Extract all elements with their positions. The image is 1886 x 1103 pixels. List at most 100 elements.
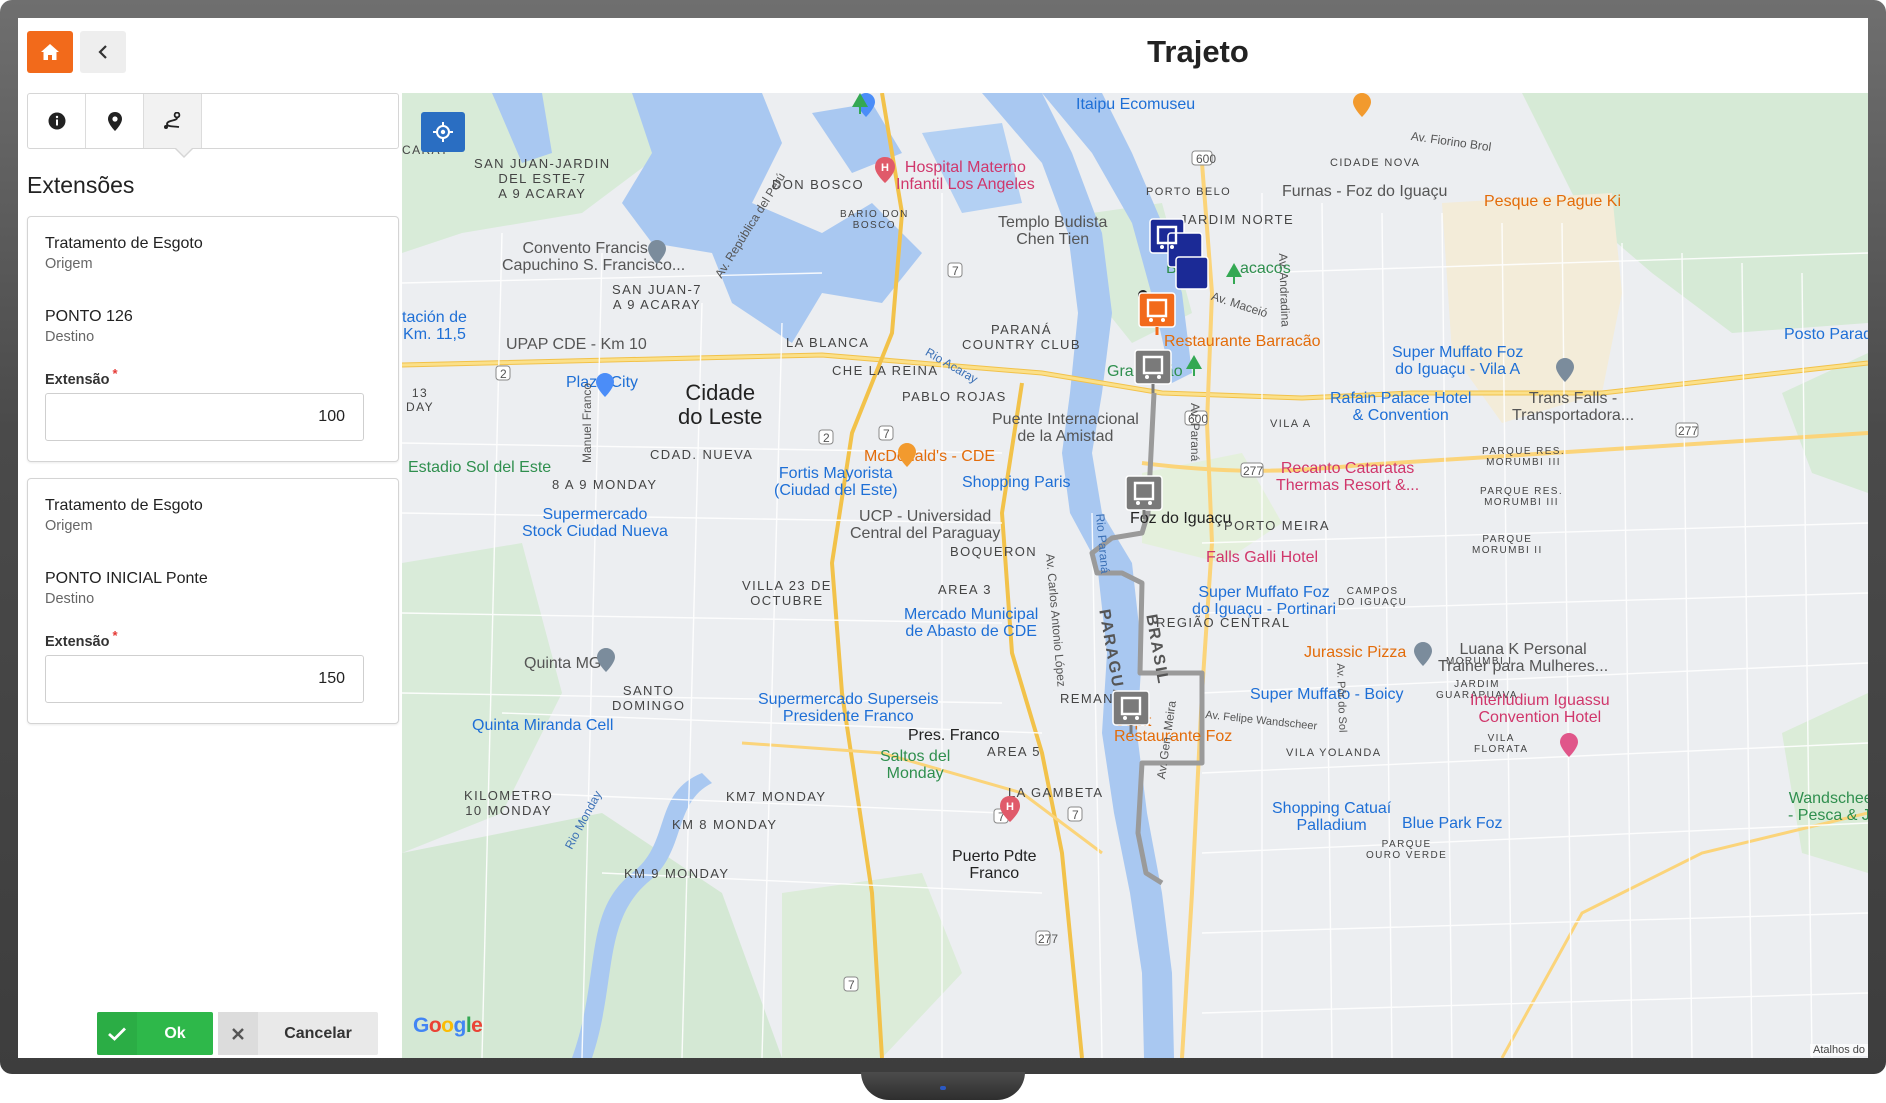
poi-label[interactable]: Itaipu Ecomuseu — [1076, 96, 1195, 113]
road-shield-label: 7 — [1072, 808, 1079, 822]
poi-label[interactable]: Interludium Iguassu Convention Hotel — [1470, 692, 1610, 726]
poi-label[interactable]: Puente Internacional de la Amistad — [992, 411, 1139, 445]
poi-label[interactable]: tación de Km. 11,5 — [402, 309, 467, 343]
home-icon — [41, 44, 59, 60]
poi-label-line: - Pesca & Ja — [1788, 807, 1868, 824]
poi-label[interactable]: Wandscheer- Pesca & Ja — [1788, 790, 1868, 824]
poi-label-line: Luana K Personal — [1459, 641, 1587, 658]
tab-location[interactable] — [86, 94, 144, 148]
back-button[interactable] — [80, 31, 126, 73]
poi-label[interactable]: Jurassic Pizza — [1304, 644, 1406, 661]
poi-label[interactable]: Luana K Personal Trainer para Mulheres... — [1438, 641, 1608, 675]
poi-label-line: Supermercado Superseis — [758, 691, 939, 708]
district-label: PORTO BELO — [1146, 186, 1232, 198]
poi-label[interactable]: Super Muffato Foz do Iguaçu - Portinari — [1192, 584, 1336, 618]
route-marker[interactable] — [1125, 475, 1165, 521]
poi-label[interactable]: Shopping Paris — [962, 474, 1071, 491]
district-label: KM 9 MONDAY — [624, 866, 730, 881]
route-marker-destination[interactable] — [1112, 690, 1152, 736]
district-label-line: 13 — [411, 386, 429, 400]
city-label: Pres. Franco — [908, 727, 1000, 744]
poi-label-line: Transportadora... — [1512, 407, 1635, 424]
poi-label[interactable]: Saltos del Monday — [880, 748, 950, 782]
destination-label: Destino — [45, 591, 95, 607]
google-logo-letter: e — [471, 1014, 483, 1037]
extension-label: Extensão * — [45, 366, 118, 388]
home-button[interactable] — [27, 31, 73, 73]
district-label: PABLO ROJAS — [902, 389, 1007, 404]
locate-button[interactable] — [421, 112, 465, 152]
road-shield-label: 600 — [1196, 152, 1217, 166]
district-label-line: DOMINGO — [612, 698, 686, 713]
route-marker[interactable] — [1134, 349, 1174, 395]
section-title: Extensões — [27, 172, 135, 198]
district-label-line: PARQUE RES. — [1482, 446, 1566, 457]
origin-label: Origem — [45, 256, 93, 272]
cancel-button[interactable]: Cancelar — [218, 1012, 378, 1055]
poi-label[interactable]: Hospital Materno Infantil Los Angeles — [896, 159, 1035, 193]
poi-label[interactable]: UPAP CDE - Km 10 — [506, 336, 647, 353]
extension-label-text: Extensão — [45, 633, 110, 650]
poi-label[interactable]: Supermercado Superseis Presidente Franco — [758, 691, 939, 725]
poi-label[interactable]: Supermercado Stock Ciudad Nueva — [522, 506, 668, 540]
poi-label[interactable]: Estadio Sol del Este — [408, 459, 551, 476]
extension-card: Tratamento de Esgoto Origem PONTO 126 De… — [27, 216, 399, 462]
city-label-line: Franco — [969, 865, 1020, 882]
poi-label[interactable]: Super Muffato - Boicy — [1250, 686, 1404, 703]
poi-label-line: Fortis Mayorista — [778, 465, 893, 482]
poi-label-line: Trans Falls - — [1528, 390, 1618, 407]
poi-label-line: Saltos del — [880, 748, 951, 765]
poi-label[interactable]: Rafain Palace Hotel & Convention — [1330, 390, 1471, 424]
district-label-line: 10 MONDAY — [465, 803, 552, 818]
poi-label[interactable]: Recanto Cataratas Thermas Resort &... — [1276, 460, 1419, 494]
poi-label[interactable]: Furnas - Foz do Iguaçu — [1282, 183, 1447, 200]
check-icon-box — [97, 1012, 137, 1055]
required-marker: * — [112, 366, 118, 381]
poi-label[interactable]: Quinta Miranda Cell — [472, 717, 613, 734]
district-label: VILA FLORATA — [1474, 733, 1528, 755]
extension-label-text: Extensão — [45, 371, 110, 388]
poi-label[interactable]: McDonald's - CDE — [864, 448, 995, 465]
cancel-label: Cancelar — [284, 1025, 352, 1042]
tab-route[interactable] — [144, 94, 202, 148]
poi-label[interactable]: Super Muffato Foz do Iguaçu - Vila A — [1392, 344, 1523, 378]
ok-button[interactable]: Ok — [97, 1012, 213, 1055]
chevron-left-icon — [98, 45, 107, 59]
district-label: SAN JUAN-7 A 9 ACARAY — [612, 282, 702, 312]
poi-label[interactable]: Trans Falls - Transportadora... — [1512, 390, 1634, 424]
district-label-line: BOSCO — [852, 220, 896, 231]
district-label: VILA YOLANDA — [1286, 747, 1382, 759]
check-icon — [108, 1027, 126, 1041]
city-label: Cidade do Leste — [678, 381, 762, 429]
poi-label-line: de la Amistad — [1017, 428, 1114, 445]
poi-label[interactable]: Mercado Municipal de Abasto de CDE — [904, 606, 1038, 640]
extension-input[interactable] — [45, 393, 364, 441]
poi-label-line: Supermercado — [542, 506, 648, 523]
district-label: PORTO MEIRA — [1224, 518, 1330, 533]
district-label-line: SANTO — [622, 683, 675, 698]
tab-info[interactable] — [28, 94, 86, 148]
district-label: PARQUE MORUMBI II — [1472, 534, 1543, 556]
district-label: CIDADE NOVA — [1330, 157, 1421, 169]
poi-label[interactable]: UCP - Universidad Central del Paraguay — [850, 508, 1000, 542]
place-icon — [1414, 642, 1432, 666]
route-map[interactable]: 600 7 2 2 7 600 277 277 7 7 7 277 Cidade… — [402, 93, 1868, 1058]
poi-label[interactable]: Blue Park Foz — [1402, 815, 1502, 832]
district-label: VILA A — [1270, 418, 1312, 430]
district-label: KM 8 MONDAY — [672, 817, 778, 832]
poi-label[interactable]: Pesque e Pague Ki — [1484, 193, 1621, 210]
poi-label-line: Infantil Los Angeles — [896, 176, 1035, 193]
poi-label[interactable]: Falls Galli Hotel — [1206, 549, 1318, 566]
power-led — [940, 1086, 946, 1090]
poi-label-line: Trainer para Mulheres... — [1438, 658, 1609, 675]
poi-label[interactable]: Templo Budista Chen Tien — [998, 214, 1107, 248]
poi-label[interactable]: Fortis Mayorista (Ciudad del Este) — [774, 465, 898, 499]
extension-input[interactable] — [45, 655, 364, 703]
poi-label[interactable]: Restaurante Barracão — [1164, 333, 1321, 350]
route-marker-origin[interactable] — [1138, 292, 1178, 336]
poi-label[interactable]: Posto Paradã — [1784, 326, 1868, 343]
poi-label[interactable]: Shopping Catuaí Palladium — [1272, 800, 1391, 834]
map-attribution[interactable]: Atalhos do — [1810, 1044, 1868, 1056]
road-shield-label: 7 — [848, 978, 855, 992]
poi-label[interactable]: Quinta MG — [524, 655, 601, 672]
